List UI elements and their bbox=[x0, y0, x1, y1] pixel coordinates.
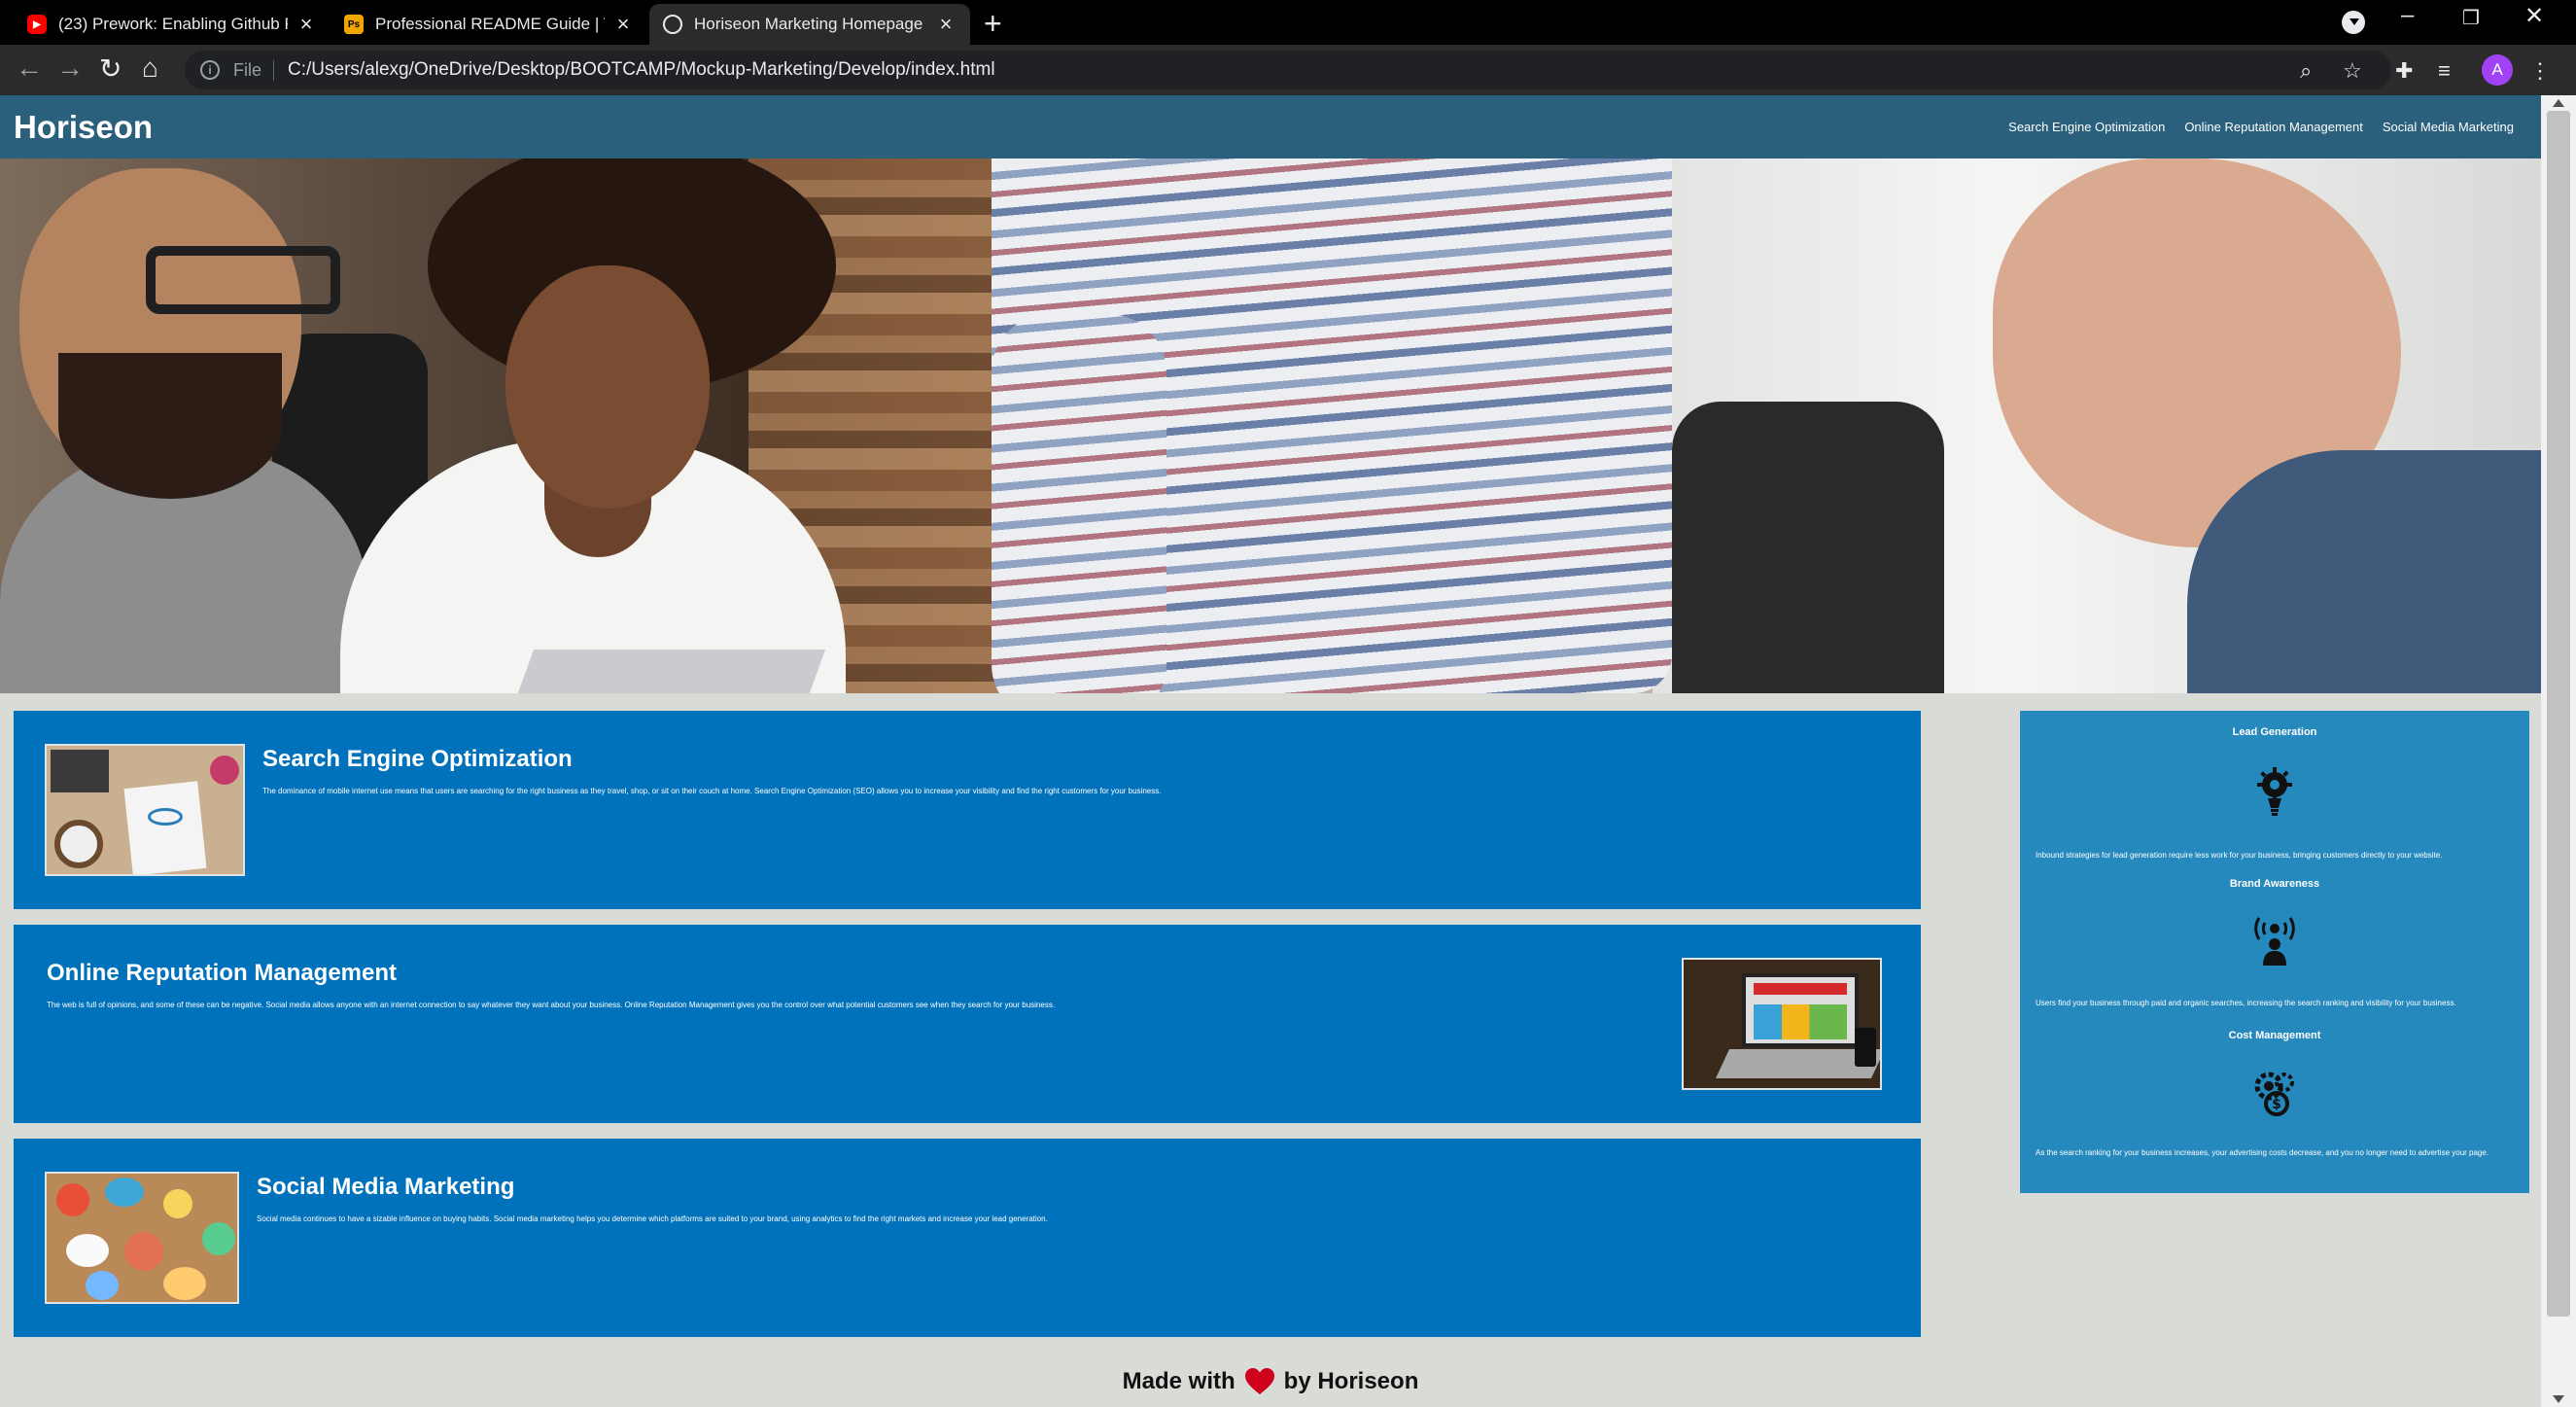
hero-chair bbox=[1672, 402, 1944, 693]
browser-tab-prework[interactable]: ▶ (23) Prework: Enabling Github Pa × bbox=[14, 4, 331, 45]
tab-title: Horiseon Marketing Homepage bbox=[694, 15, 923, 33]
brand-logo[interactable]: Horiseon bbox=[14, 109, 153, 146]
section-title: Online Reputation Management bbox=[47, 960, 398, 986]
hero-person-face bbox=[505, 265, 710, 509]
youtube-icon: ▶ bbox=[27, 15, 47, 34]
close-tab-icon[interactable]: × bbox=[296, 12, 317, 37]
section-title: Social Media Marketing bbox=[257, 1174, 515, 1200]
reputation-section: Online Reputation Management The web is … bbox=[14, 925, 1921, 1123]
hero-glasses bbox=[146, 246, 340, 314]
benefit-cost-management: Cost Management $ As the search ranking … bbox=[2020, 1030, 2529, 1157]
site-header: Horiseon Search Engine Optimization Onli… bbox=[0, 95, 2541, 158]
hero-image bbox=[0, 158, 2541, 693]
extensions-puzzle-icon[interactable]: ✚ bbox=[2395, 58, 2413, 84]
site-info-icon[interactable]: i bbox=[200, 60, 220, 80]
benefit-lead-generation: Lead Generation Inbound strategies for l… bbox=[2020, 726, 2529, 860]
home-icon[interactable]: ⌂ bbox=[142, 53, 158, 84]
benefit-body: Users find your business through paid an… bbox=[2036, 999, 2456, 1007]
social-media-thumbnail bbox=[45, 1172, 239, 1304]
reputation-laptop-thumbnail bbox=[1682, 958, 1882, 1090]
broadcast-person-icon bbox=[2254, 917, 2295, 966]
lightbulb-gear-icon bbox=[2257, 767, 2292, 816]
benefit-title: Cost Management bbox=[2228, 1030, 2321, 1041]
footer-text-after: by Horiseon bbox=[1283, 1368, 1419, 1394]
browser-tab-readme[interactable]: Ps Professional README Guide | Th × bbox=[331, 4, 647, 45]
reading-list-icon[interactable]: ≡ bbox=[2438, 58, 2451, 84]
scroll-up-icon[interactable] bbox=[2553, 99, 2564, 107]
browser-tab-strip: ▶ (23) Prework: Enabling Github Pa × Ps … bbox=[0, 0, 2576, 45]
forward-arrow-icon[interactable]: → bbox=[56, 53, 84, 84]
gears-dollar-icon: $ bbox=[2254, 1072, 2294, 1116]
tab-title: Professional README Guide | Th bbox=[375, 15, 605, 33]
section-body: The dominance of mobile internet use mea… bbox=[262, 787, 1162, 795]
benefit-title: Brand Awareness bbox=[2229, 878, 2320, 890]
hero-laptop bbox=[515, 650, 826, 693]
hero-striped-arm bbox=[992, 314, 1166, 693]
reload-icon[interactable]: ↻ bbox=[99, 53, 122, 85]
section-body: The web is full of opinions, and some of… bbox=[47, 1001, 1056, 1009]
benefit-body: Inbound strategies for lead generation r… bbox=[2036, 851, 2443, 860]
tab-title: (23) Prework: Enabling Github Pa bbox=[58, 15, 288, 33]
section-title: Search Engine Optimization bbox=[262, 746, 573, 772]
zoom-icon[interactable]: ⌕ bbox=[2300, 58, 2312, 84]
restore-window-icon[interactable]: ❐ bbox=[2462, 6, 2480, 30]
heart-icon bbox=[1244, 1368, 1274, 1394]
nav-link-reputation[interactable]: Online Reputation Management bbox=[2184, 120, 2363, 134]
social-section: Social Media Marketing Social media cont… bbox=[14, 1139, 1921, 1337]
page-scrollbar[interactable] bbox=[2541, 95, 2576, 1407]
seo-desk-thumbnail bbox=[45, 744, 245, 876]
close-tab-icon[interactable]: × bbox=[612, 12, 634, 37]
web-page: Horiseon Search Engine Optimization Onli… bbox=[0, 95, 2541, 1407]
footer-text-before: Made with bbox=[1122, 1368, 1236, 1394]
svg-text:$: $ bbox=[2272, 1097, 2281, 1112]
seo-section: Search Engine Optimization The dominance… bbox=[14, 711, 1921, 909]
profile-avatar[interactable]: A bbox=[2482, 54, 2513, 86]
scrollbar-thumb[interactable] bbox=[2547, 111, 2570, 1317]
hero-person-beard bbox=[58, 353, 282, 499]
scheme-label: File bbox=[233, 59, 275, 81]
close-window-icon[interactable]: ✕ bbox=[2524, 2, 2544, 30]
new-tab-button[interactable]: + bbox=[984, 6, 1002, 42]
browser-toolbar: ← → ↻ ⌂ i File C:/Users/alexg/OneDrive/D… bbox=[0, 45, 2576, 95]
footer-text: Made with by Horiseon bbox=[1122, 1368, 1419, 1395]
scroll-down-icon[interactable] bbox=[2553, 1395, 2564, 1403]
browser-tab-horiseon[interactable]: Horiseon Marketing Homepage × bbox=[649, 4, 970, 45]
main-nav: Search Engine Optimization Online Reputa… bbox=[2008, 120, 2514, 134]
minimize-window-icon[interactable]: – bbox=[2401, 2, 2414, 29]
url-text[interactable]: C:/Users/alexg/OneDrive/Desktop/BOOTCAMP… bbox=[288, 59, 995, 81]
section-body: Social media continues to have a sizable… bbox=[257, 1214, 1048, 1223]
globe-icon bbox=[663, 15, 682, 34]
bookmark-star-icon[interactable]: ☆ bbox=[2343, 58, 2362, 84]
close-tab-icon[interactable]: × bbox=[935, 12, 957, 37]
back-arrow-icon[interactable]: ← bbox=[16, 53, 43, 84]
benefit-body: As the search ranking for your business … bbox=[2036, 1148, 2489, 1157]
address-bar[interactable]: i File C:/Users/alexg/OneDrive/Desktop/B… bbox=[185, 51, 2391, 89]
site-footer: Made with by Horiseon bbox=[0, 1368, 2541, 1395]
nav-link-social[interactable]: Social Media Marketing bbox=[2383, 120, 2514, 134]
ps-icon: Ps bbox=[344, 15, 364, 34]
benefit-brand-awareness: Brand Awareness Users find your business… bbox=[2020, 878, 2529, 1007]
nav-link-seo[interactable]: Search Engine Optimization bbox=[2008, 120, 2165, 134]
media-control-icon[interactable] bbox=[2342, 11, 2365, 34]
browser-menu-icon[interactable]: ⋮ bbox=[2529, 58, 2551, 84]
benefits-panel: Lead Generation Inbound strategies for l… bbox=[2020, 711, 2529, 1193]
benefit-title: Lead Generation bbox=[2232, 726, 2317, 738]
